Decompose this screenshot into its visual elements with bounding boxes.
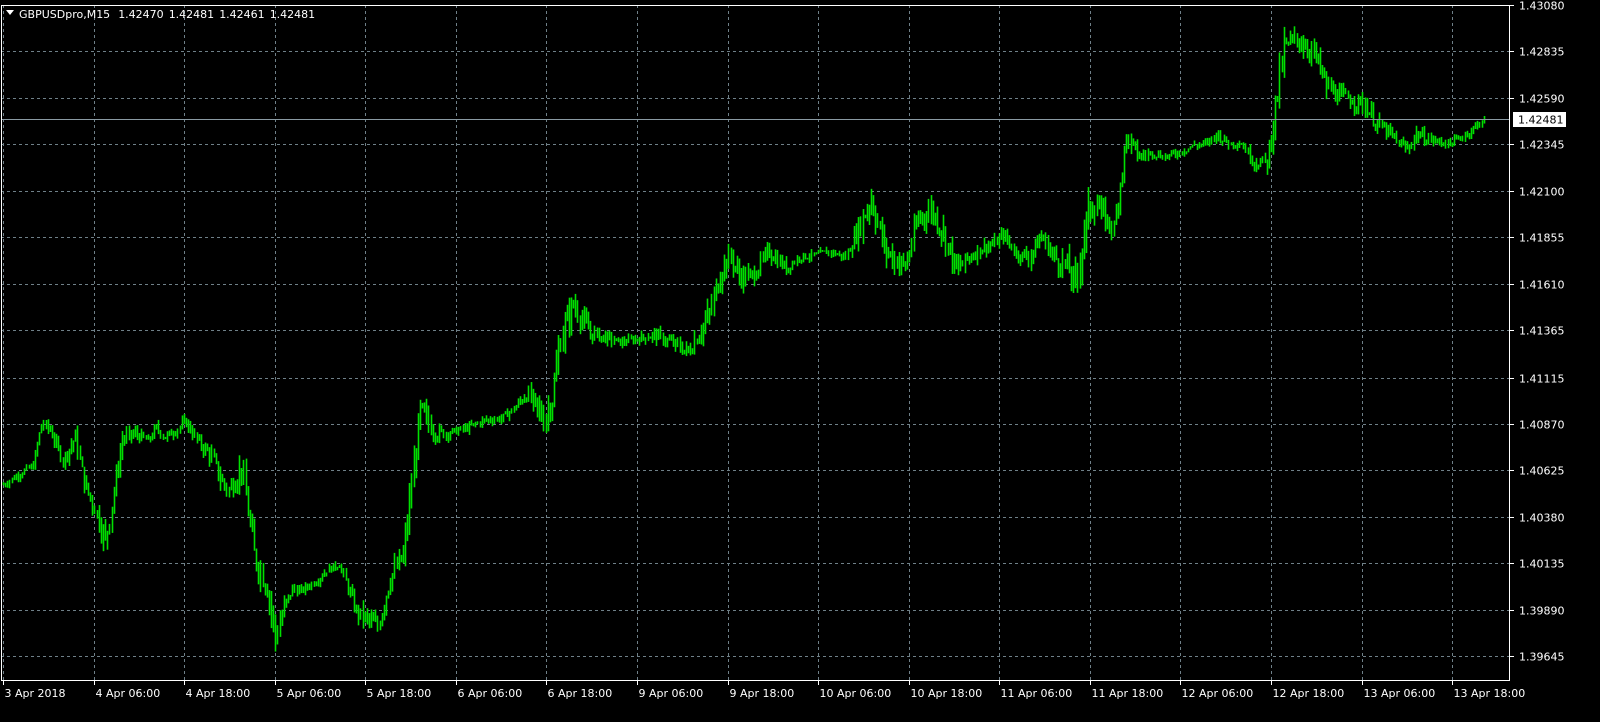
time-axis-label: 6 Apr 18:00: [548, 687, 613, 700]
time-axis-label: 4 Apr 18:00: [186, 687, 251, 700]
time-axis-label: 11 Apr 18:00: [1092, 687, 1164, 700]
symbol-label: GBPUSDpro,M15: [19, 8, 110, 21]
chart-header: GBPUSDpro,M15 1.42470 1.42481 1.42461 1.4248…: [6, 8, 315, 21]
time-axis-label: 4 Apr 06:00: [96, 687, 161, 700]
price-axis-label: 1.42590: [1519, 93, 1565, 106]
price-axis-label: 1.41365: [1519, 325, 1565, 338]
price-axis-label: 1.40870: [1519, 419, 1565, 432]
price-axis-label: 1.42835: [1519, 46, 1565, 59]
time-axis-label: 3 Apr 2018: [5, 687, 66, 700]
close-value: 1.42481: [270, 8, 316, 21]
price-chart[interactable]: 1.43080 1.42835 1.42590 1.42345 1.42100 1.418…: [0, 0, 1600, 718]
price-axis-label: 1.42100: [1519, 186, 1565, 199]
time-axis-label: 5 Apr 18:00: [367, 687, 432, 700]
price-axis-label: 1.39890: [1519, 605, 1565, 618]
time-axis-label: 5 Apr 06:00: [277, 687, 342, 700]
time-axis-label: 9 Apr 06:00: [639, 687, 704, 700]
time-axis-label: 10 Apr 18:00: [911, 687, 983, 700]
time-axis-label: 13 Apr 18:00: [1454, 687, 1526, 700]
current-price-label-text: 1.42481: [1518, 114, 1564, 127]
time-axis-label: 10 Apr 06:00: [820, 687, 892, 700]
time-axis-label: 12 Apr 06:00: [1182, 687, 1254, 700]
price-axis-label: 1.41610: [1519, 279, 1565, 292]
price-axis-label: 1.40380: [1519, 512, 1565, 525]
time-axis-label: 9 Apr 18:00: [730, 687, 795, 700]
time-axis-label: 6 Apr 06:00: [458, 687, 523, 700]
price-axis-label: 1.42345: [1519, 139, 1565, 152]
low-value: 1.42461: [219, 8, 265, 21]
price-axis-label: 1.39645: [1519, 651, 1565, 664]
high-value: 1.42481: [169, 8, 215, 21]
price-axis-label: 1.41115: [1519, 373, 1565, 386]
price-axis-label: 1.40135: [1519, 558, 1565, 571]
time-axis-label: 12 Apr 18:00: [1273, 687, 1345, 700]
time-axis-label: 13 Apr 06:00: [1364, 687, 1436, 700]
open-value: 1.42470: [118, 8, 164, 21]
price-axis-label: 1.40625: [1519, 465, 1565, 478]
price-axis-label: 1.41855: [1519, 232, 1565, 245]
price-axis-label: 1.43080: [1519, 0, 1565, 13]
chart-canvas[interactable]: 1.43080 1.42835 1.42590 1.42345 1.42100 1.418…: [0, 0, 1600, 718]
time-axis-label: 11 Apr 06:00: [1001, 687, 1073, 700]
current-price-label: 1.42481: [1513, 112, 1566, 127]
